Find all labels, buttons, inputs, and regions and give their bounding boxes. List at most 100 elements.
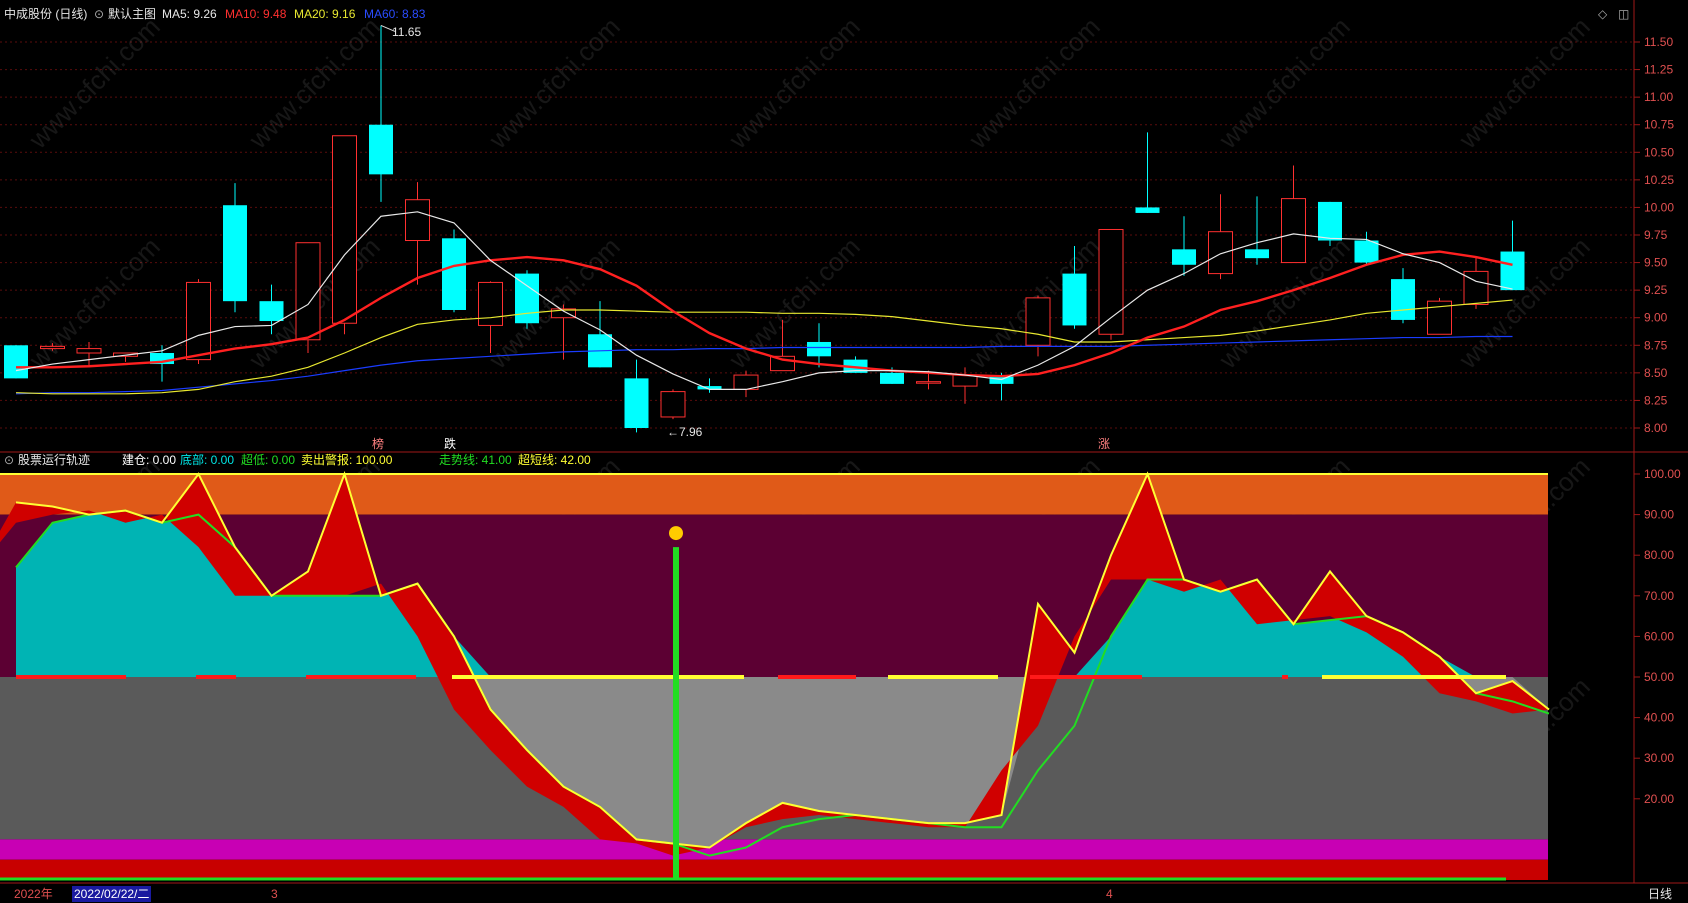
watermark-text: www.cfchi.com [1212, 11, 1355, 154]
indicator-menu-icon[interactable]: ⊙ [4, 452, 14, 468]
low-price-label: ←7.96 [667, 425, 703, 439]
ma10-value: MA10: 9.48 [225, 7, 287, 21]
price-tick-label: 8.75 [1644, 338, 1668, 352]
indicator-tick-label: 100.00 [1644, 467, 1681, 481]
candle-body-up [76, 348, 102, 354]
candle-body-up [916, 381, 941, 384]
panel-toggle-icon[interactable]: ◫ [1618, 6, 1629, 22]
indicator-tick-label: 40.00 [1644, 711, 1674, 725]
watermark-text: www.cfchi.com [1452, 11, 1595, 154]
candle-body-down [1391, 279, 1415, 320]
indicator-tick-label: 50.00 [1644, 670, 1674, 684]
watermark-text: www.cfchi.com [22, 11, 165, 154]
price-tick-label: 11.25 [1644, 63, 1673, 77]
main-chart-label[interactable]: 默认主图 [108, 6, 156, 22]
indicator-value-sell-alert: 卖出警报: 100.00 [301, 453, 393, 467]
indicator-value-dibu: 底部: 0.00 [180, 453, 235, 467]
candle-body-up [1098, 228, 1124, 335]
candle [515, 270, 539, 329]
watermark-text: www.cfchi.com [722, 11, 865, 154]
indicator-tick-label: 60.00 [1644, 629, 1674, 643]
alert-marker-icon [669, 526, 683, 541]
candle-body-down [442, 238, 466, 310]
candle [1135, 132, 1160, 213]
candle [332, 135, 357, 335]
candle [588, 301, 612, 368]
indicator-value-short-line: 超短线: 42.00 [518, 453, 591, 467]
candle [186, 279, 211, 365]
candle-body-down [4, 345, 28, 379]
candle [807, 323, 831, 368]
candle [1427, 297, 1452, 335]
indicator-tick-label: 20.00 [1644, 792, 1674, 806]
period-label[interactable]: 日线 [1648, 886, 1672, 902]
indicator-band-magenta_band [0, 839, 1548, 860]
candle-body-down [1354, 240, 1379, 263]
candle [1354, 231, 1379, 265]
candle-body-down [369, 124, 393, 175]
candle-body-down [880, 372, 904, 384]
candle-body-up [40, 345, 65, 350]
ma60-value: MA60: 8.83 [364, 7, 426, 21]
candle-body-up [295, 242, 321, 341]
high-price-label: 11.65 [392, 25, 422, 39]
ma5-value: MA5: 9.26 [162, 7, 217, 21]
candle [733, 370, 759, 398]
candle [442, 229, 466, 313]
candle-body-up [952, 374, 978, 387]
price-tick-label: 10.25 [1644, 173, 1674, 187]
candle [1245, 196, 1269, 265]
candle-body-down [1245, 249, 1269, 259]
candle-body-down [259, 301, 284, 322]
chart-menu-icon[interactable]: ⊙ [94, 6, 104, 22]
indicator-band-orange_band [0, 474, 1548, 515]
candle-body-down [1318, 201, 1342, 241]
candle [4, 345, 28, 379]
price-tick-label: 9.75 [1644, 228, 1668, 242]
signal-label-3: 涨 [1098, 437, 1111, 451]
candle-body-down [223, 205, 247, 302]
price-tick-label: 9.00 [1644, 311, 1668, 325]
candle-body-up [405, 199, 430, 242]
candle-body-up [478, 281, 503, 326]
candle [1391, 268, 1415, 324]
price-tick-label: 11.00 [1644, 90, 1673, 104]
candle-body-up [1025, 297, 1051, 346]
candle [1318, 201, 1342, 247]
price-tick-label: 8.50 [1644, 366, 1668, 380]
watermark-text: www.cfchi.com [962, 11, 1105, 154]
diamond-icon[interactable]: ◇ [1598, 6, 1607, 22]
candle-body-up [186, 281, 211, 361]
candle-body-up [660, 391, 686, 418]
candle-body-up [1208, 231, 1233, 275]
candle [405, 182, 430, 285]
indicator-tick-label: 90.00 [1644, 508, 1674, 522]
indicator-value-trend-line: 走势线: 41.00 [439, 453, 512, 467]
candle [660, 389, 686, 420]
stock-title: 中成股份 (日线) [4, 7, 88, 21]
candle [369, 25, 393, 202]
candle [223, 183, 247, 313]
candle-body-down [807, 341, 831, 357]
indicator-value-chaodi: 超低: 0.00 [241, 453, 296, 467]
ma20-value: MA20: 9.16 [294, 7, 356, 21]
candle-body-down [1172, 249, 1196, 265]
signal-label-1: 榜 [372, 437, 385, 451]
footer-month-3: 3 [271, 887, 278, 901]
price-tick-label: 8.00 [1644, 421, 1668, 435]
price-tick-label: 9.25 [1644, 283, 1668, 297]
price-tick-label: 11.50 [1644, 35, 1673, 49]
price-tick-label: 9.50 [1644, 256, 1668, 270]
signal-label-2: 跌 [444, 437, 457, 451]
indicator-title: 股票运行轨迹 [18, 453, 91, 467]
candle-body-down [624, 378, 649, 428]
watermark-text: www.cfchi.com [482, 11, 625, 154]
watermark-text: www.cfchi.com [722, 231, 865, 374]
price-tick-label: 10.75 [1644, 118, 1674, 132]
candle-body-down [1500, 251, 1525, 291]
watermark-text: www.cfchi.com [242, 11, 385, 154]
indicator-tick-label: 30.00 [1644, 751, 1674, 765]
indicator-tick-label: 80.00 [1644, 548, 1674, 562]
candle [1500, 220, 1525, 291]
indicator-value-jiancang: 建仓: 0.00 [122, 453, 177, 467]
